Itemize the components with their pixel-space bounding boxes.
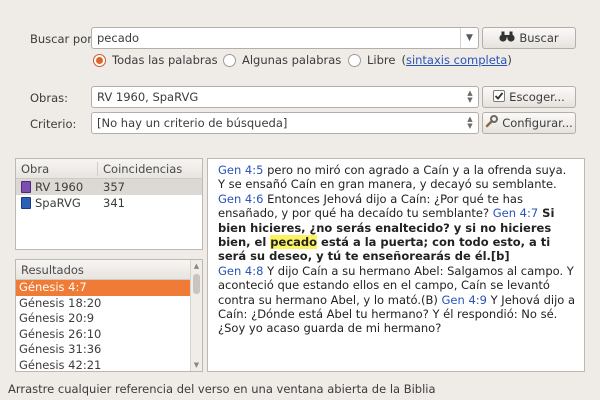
work-count: 341 (103, 196, 125, 210)
table-row[interactable]: SpaRVG 341 (16, 195, 202, 211)
chevron-down-icon[interactable]: ▼ (460, 28, 478, 48)
radio-some-words-label: Algunas palabras (242, 53, 342, 67)
scroll-up-icon[interactable]: ▲ (191, 262, 202, 270)
spin-arrows-icon: ▲ ▼ (467, 115, 473, 130)
search-input-value[interactable]: pecado (92, 31, 460, 45)
verse-ref[interactable]: Gen 4:6 (218, 192, 263, 206)
configure-button[interactable]: Configurar... (482, 112, 576, 134)
verse-ref[interactable]: Gen 4:8 (218, 264, 263, 278)
bible-book-icon (21, 197, 31, 209)
work-name: RV 1960 (35, 180, 84, 194)
verse-ref[interactable]: Gen 4:9 (442, 293, 487, 307)
verse-preview: Gen 4:5 pero no miró con agrado a Caín y… (207, 158, 585, 372)
obras-label: Obras: (30, 91, 68, 105)
verse-ref[interactable]: Gen 4:5 (218, 163, 263, 177)
list-item[interactable]: Génesis 42:21 (16, 358, 190, 372)
works-table: Obra Coincidencias RV 1960 357 SpaRVG 34… (15, 158, 203, 250)
list-item[interactable]: Génesis 31:36 (16, 342, 190, 358)
list-item[interactable]: Génesis 20:9 (16, 311, 190, 327)
column-header-obra[interactable]: Obra (16, 161, 98, 176)
wrench-icon (485, 115, 499, 131)
scroll-down-icon[interactable]: ▼ (191, 361, 202, 369)
radio-unselected-icon[interactable] (348, 53, 361, 67)
radio-all-words-label: Todas las palabras (112, 53, 218, 67)
obras-select[interactable]: RV 1960, SpaRVG ▲ ▼ (91, 86, 479, 108)
table-row[interactable]: RV 1960 357 (16, 179, 202, 195)
status-text: Arrastre cualquier referencia del verso … (8, 382, 436, 396)
work-count: 357 (103, 180, 125, 194)
radio-all-words[interactable]: Todas las palabras (93, 53, 218, 67)
search-button-label: Buscar (519, 31, 559, 45)
list-item[interactable]: Génesis 18:20 (16, 296, 190, 312)
binoculars-icon (499, 31, 515, 45)
configure-button-label: Configurar... (502, 116, 573, 130)
criterio-label: Criterio: (30, 117, 77, 131)
radio-selected-icon[interactable] (93, 53, 106, 67)
radio-unselected-icon[interactable] (223, 53, 236, 67)
search-input[interactable]: pecado ▼ (91, 27, 479, 49)
list-item[interactable]: Génesis 4:7 (16, 280, 190, 296)
criterio-select-value: [No hay un criterio de búsqueda] (97, 116, 288, 130)
radio-some-words[interactable]: Algunas palabras (223, 53, 341, 67)
checkbox-checked-icon (493, 89, 506, 105)
verse-ref[interactable]: Gen 4:7 (493, 206, 538, 220)
radio-free-label: Libre (367, 53, 396, 67)
results-list: Resultados Génesis 4:7 Génesis 18:20 Gén… (15, 259, 203, 372)
works-table-header: Obra Coincidencias (16, 159, 202, 179)
bible-book-icon (21, 181, 31, 193)
results-scrollbar[interactable]: ▲ ▼ (190, 260, 202, 371)
choose-button-label: Escoger... (509, 90, 565, 104)
obras-select-value: RV 1960, SpaRVG (97, 90, 199, 104)
syntax-link[interactable]: sintaxis completa (406, 53, 507, 67)
column-header-coincidencias[interactable]: Coincidencias (98, 162, 182, 176)
search-match-highlight: pecado (270, 235, 318, 250)
spin-arrows-icon: ▲ ▼ (467, 89, 473, 104)
scrollbar-thumb[interactable] (193, 274, 200, 294)
results-header: Resultados (16, 260, 190, 280)
choose-button[interactable]: Escoger... (482, 86, 576, 108)
list-item[interactable]: Génesis 26:10 (16, 327, 190, 343)
search-label: Buscar por: (30, 32, 96, 46)
search-button[interactable]: Buscar (482, 27, 576, 49)
criterio-select[interactable]: [No hay un criterio de búsqueda] ▲ ▼ (91, 112, 479, 134)
work-name: SpaRVG (35, 196, 81, 210)
radio-free[interactable]: Libre (sintaxis completa) (348, 53, 512, 67)
